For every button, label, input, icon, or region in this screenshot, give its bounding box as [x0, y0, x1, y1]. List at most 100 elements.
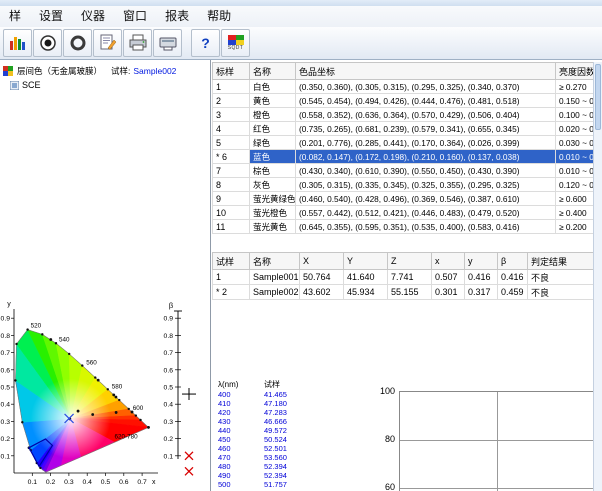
spectral-wavelength: 410 — [216, 399, 262, 408]
tick-label: 0.8 — [164, 333, 174, 340]
std-colors-button[interactable] — [3, 29, 32, 57]
question-mark-icon: ? — [201, 36, 210, 50]
tick-label: 0.3 — [1, 419, 11, 426]
samples-cell-beta: 0.459 — [498, 285, 528, 300]
standards-row-7[interactable]: 7棕色(0.430, 0.340), (0.610, 0.390), (0.55… — [213, 164, 594, 178]
scrollbar-thumb[interactable] — [595, 64, 601, 130]
spectral-wavelength: 450 — [216, 435, 262, 444]
spectral-row[interactable]: 43046.666 — [216, 417, 326, 426]
printer-icon — [128, 34, 148, 52]
standards-col-header[interactable]: 标样 — [213, 63, 250, 80]
standards-cell-coords: (0.558, 0.352), (0.636, 0.364), (0.570, … — [296, 108, 556, 122]
sample-name: Sample002 — [133, 66, 176, 76]
samples-col-header[interactable]: 名称 — [250, 253, 300, 270]
tick-label: 0.4 — [1, 402, 11, 409]
calibrate-button[interactable] — [63, 29, 92, 57]
standards-row-2[interactable]: 2黄色(0.545, 0.454), (0.494, 0.426), (0.44… — [213, 94, 594, 108]
menu-item-4[interactable]: 报表 — [156, 6, 198, 27]
samples-col-header[interactable]: Z — [388, 253, 432, 270]
spectral-row[interactable]: 50051.757 — [216, 480, 326, 489]
standards-cell-id: 7 — [213, 164, 250, 178]
print-button[interactable] — [123, 29, 152, 57]
samples-cell-beta: 0.416 — [498, 270, 528, 285]
standards-cell-id: 4 — [213, 122, 250, 136]
standards-cell-id: 3 — [213, 108, 250, 122]
menu-item-1[interactable]: 设置 — [30, 6, 72, 27]
standards-row-10[interactable]: 10萤光橙色(0.557, 0.442), (0.512, 0.421), (0… — [213, 206, 594, 220]
samples-row-1[interactable]: 1Sample00150.76441.6407.7410.5070.4160.4… — [213, 270, 594, 285]
spectral-value: 52.394 — [262, 471, 326, 480]
menu-item-2[interactable]: 仪器 — [72, 6, 114, 27]
spectral-row[interactable]: 46052.501 — [216, 444, 326, 453]
samples-col-header[interactable]: 判定结果 — [528, 253, 594, 270]
menu-item-5[interactable]: 帮助 — [198, 6, 240, 27]
standards-row-9[interactable]: 9萤光黄绿色(0.460, 0.540), (0.428, 0.496), (0… — [213, 192, 594, 206]
spectral-row[interactable]: 40041.465 — [216, 390, 326, 399]
spectral-value: 49.572 — [262, 426, 326, 435]
sqdt-button[interactable]: SQDT — [221, 29, 250, 57]
samples-col-header[interactable]: 试样 — [213, 253, 250, 270]
gridline-mid — [497, 392, 498, 491]
chart-ytick-100: 100 — [369, 386, 395, 396]
help-button[interactable]: ? — [191, 29, 220, 57]
samples-table: 试样名称XYZxyβ判定结果 1Sample00150.76441.6407.7… — [212, 252, 594, 300]
standards-cell-coords: (0.350, 0.360), (0.305, 0.315), (0.295, … — [296, 80, 556, 94]
samples-cell-Z: 55.155 — [388, 285, 432, 300]
samples-col-header[interactable]: y — [465, 253, 498, 270]
spectral-row[interactable]: 45050.524 — [216, 435, 326, 444]
measure-button[interactable] — [33, 29, 62, 57]
standards-col-header[interactable]: 色品坐标 — [296, 63, 556, 80]
device-icon — [158, 34, 178, 52]
standards-row-1[interactable]: 1白色(0.350, 0.360), (0.305, 0.315), (0.29… — [213, 80, 594, 94]
standards-cell-luminance: 0.150 ~ 0.450 — [556, 94, 594, 108]
wavelength-label: 540 — [59, 336, 70, 343]
samples-cell-y: 0.416 — [465, 270, 498, 285]
standards-row-8[interactable]: 8灰色(0.305, 0.315), (0.335, 0.345), (0.32… — [213, 178, 594, 192]
spectral-row[interactable]: 42047.283 — [216, 408, 326, 417]
standards-row-11[interactable]: 11萤光黄色(0.645, 0.355), (0.595, 0.351), (0… — [213, 220, 594, 234]
spectral-row[interactable]: 41047.180 — [216, 399, 326, 408]
tree-root-row[interactable]: 层间色（无金属玻膜） 试样: Sample002 — [3, 65, 176, 77]
samples-col-header[interactable]: X — [300, 253, 344, 270]
spectral-row[interactable]: 49052.394 — [216, 471, 326, 480]
vertical-scrollbar[interactable] — [593, 62, 602, 491]
wavelength-label: 560 — [86, 360, 97, 367]
samples-col-header[interactable]: Y — [344, 253, 388, 270]
ring-icon — [69, 34, 87, 52]
chart-ytick-60: 60 — [369, 482, 395, 491]
tick-label: 0.1 — [164, 453, 174, 460]
tree-mode-row[interactable]: SCE — [10, 80, 41, 90]
spectral-wavelength: 460 — [216, 444, 262, 453]
standards-row-6[interactable]: * 6蓝色(0.082, 0.147), (0.172, 0.198), (0.… — [213, 150, 594, 164]
standards-table: 标样名称色品坐标亮度因数 1白色(0.350, 0.360), (0.305, … — [212, 62, 594, 234]
mode-label: SCE — [22, 80, 41, 90]
report-button[interactable] — [93, 29, 122, 57]
standards-col-header[interactable]: 亮度因数 — [556, 63, 594, 80]
chart-ytick-80: 80 — [369, 434, 395, 444]
standards-row-4[interactable]: 4红色(0.735, 0.265), (0.681, 0.239), (0.57… — [213, 122, 594, 136]
spectral-row[interactable]: 44049.572 — [216, 426, 326, 435]
standards-row-3[interactable]: 3橙色(0.558, 0.352), (0.636, 0.364), (0.57… — [213, 108, 594, 122]
samples-col-header[interactable]: β — [498, 253, 528, 270]
samples-cell-x: 0.507 — [432, 270, 465, 285]
standards-row-5[interactable]: 5绿色(0.201, 0.776), (0.285, 0.441), (0.17… — [213, 136, 594, 150]
menu-item-3[interactable]: 窗口 — [114, 6, 156, 27]
samples-row-2[interactable]: * 2Sample00243.60245.93455.1550.3010.317… — [213, 285, 594, 300]
standards-cell-luminance: ≥ 0.400 — [556, 206, 594, 220]
tick-label: 0.5 — [101, 479, 111, 486]
spectral-row[interactable]: 47053.560 — [216, 453, 326, 462]
standards-cell-coords: (0.082, 0.147), (0.172, 0.198), (0.210, … — [296, 150, 556, 164]
standards-col-header[interactable]: 名称 — [250, 63, 296, 80]
sqdt-label: SQDT — [228, 45, 244, 51]
standard-point — [115, 396, 118, 399]
standards-cell-luminance: ≥ 0.600 — [556, 192, 594, 206]
samples-cell-id: * 2 — [213, 285, 250, 300]
mode-icon — [10, 81, 19, 90]
standards-cell-coords: (0.557, 0.442), (0.512, 0.421), (0.446, … — [296, 206, 556, 220]
menu-item-0[interactable]: 样 — [0, 6, 30, 27]
spectral-row[interactable]: 48052.394 — [216, 462, 326, 471]
standards-cell-luminance: ≥ 0.200 — [556, 220, 594, 234]
export-button[interactable] — [153, 29, 182, 57]
samples-col-header[interactable]: x — [432, 253, 465, 270]
standards-cell-name: 萤光黄色 — [250, 220, 296, 234]
